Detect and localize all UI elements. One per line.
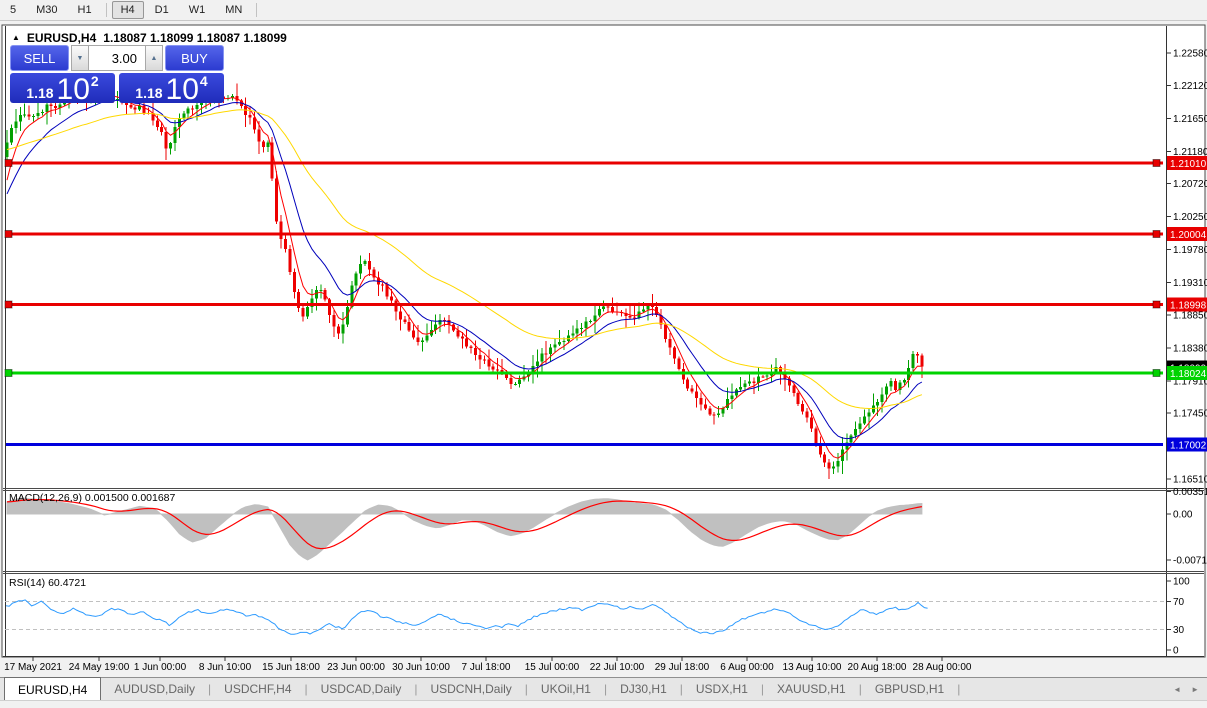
toolbar-separator xyxy=(105,3,107,17)
svg-text:1.18380: 1.18380 xyxy=(1173,343,1207,354)
mt4-screen: 5 M30 H1 H4 D1 W1 MN 1.22580 1.22120 1.21650 1.21… xyxy=(0,0,1207,708)
svg-text:30: 30 xyxy=(1173,625,1185,636)
tab-usdchf-h4[interactable]: USDCHF,H4 xyxy=(211,678,304,700)
volume-increase-button[interactable]: ▲ xyxy=(145,45,163,71)
svg-text:1.20250: 1.20250 xyxy=(1173,212,1207,223)
buy-price-pips: 10 xyxy=(165,73,199,106)
one-click-trading-panel: SELL ▼ ▲ BUY 1.18 10 2 1.18 10 4 xyxy=(10,45,224,106)
time-scale[interactable]: 17 May 2021 24 May 19:00 1 Jun 00:00 8 Jun … xyxy=(4,657,972,673)
svg-text:100: 100 xyxy=(1173,577,1190,588)
chart-canvas[interactable]: 1.22580 1.22120 1.21650 1.21180 1.20720 1.202… xyxy=(0,24,1207,677)
collapse-quote-icon[interactable]: ▲ xyxy=(12,33,20,42)
svg-text:20 Aug 18:00: 20 Aug 18:00 xyxy=(848,662,907,673)
timeframe-toolbar: 5 M30 H1 H4 D1 W1 MN xyxy=(0,0,1207,21)
svg-text:1.22580: 1.22580 xyxy=(1173,49,1207,60)
tf-button-d1[interactable]: D1 xyxy=(146,1,178,19)
buy-button[interactable]: BUY xyxy=(165,45,224,71)
svg-text:1.19310: 1.19310 xyxy=(1173,278,1207,289)
buy-price[interactable]: 1.18 10 4 xyxy=(119,73,224,106)
sell-price-base: 1.18 xyxy=(26,85,54,101)
sell-price[interactable]: 1.18 10 2 xyxy=(10,73,115,106)
tf-button-mn[interactable]: MN xyxy=(216,1,251,19)
macd-label: MACD(12,26,9) 0.001500 0.001687 xyxy=(9,492,176,504)
tf-button-h1[interactable]: H1 xyxy=(69,1,101,19)
svg-text:28 Aug 00:00: 28 Aug 00:00 xyxy=(913,662,972,673)
svg-text:1.19780: 1.19780 xyxy=(1173,245,1207,256)
toolbar-separator xyxy=(256,3,258,17)
tab-audusd-daily[interactable]: AUDUSD,Daily xyxy=(101,678,208,700)
chart-tabbar: EURUSD,H4 AUDUSD,Daily | USDCHF,H4 | USDCAD,D… xyxy=(0,677,1207,700)
status-strip xyxy=(0,700,1207,708)
volume-decrease-button[interactable]: ▼ xyxy=(71,45,89,71)
svg-text:70: 70 xyxy=(1173,597,1185,608)
sell-button[interactable]: SELL xyxy=(10,45,69,71)
buy-price-base: 1.18 xyxy=(135,85,163,101)
svg-text:30 Jun 10:00: 30 Jun 10:00 xyxy=(392,662,450,673)
tab-dj30-h1[interactable]: DJ30,H1 xyxy=(607,678,680,700)
sell-price-point: 2 xyxy=(90,73,99,89)
tf-button-5[interactable]: 5 xyxy=(1,1,25,19)
svg-text:1.21010: 1.21010 xyxy=(1170,159,1207,170)
tf-button-h4[interactable]: H4 xyxy=(111,1,144,19)
arrow-down-icon: ▼ xyxy=(76,54,84,62)
tab-usdcnh-daily[interactable]: USDCNH,Daily xyxy=(417,678,524,700)
volume-input[interactable] xyxy=(89,45,145,71)
svg-text:0.003515: 0.003515 xyxy=(1173,487,1207,498)
tab-usdx-h1[interactable]: USDX,H1 xyxy=(683,678,761,700)
svg-text:13 Aug 10:00: 13 Aug 10:00 xyxy=(783,662,842,673)
svg-text:1.21650: 1.21650 xyxy=(1173,114,1207,125)
svg-text:15 Jul 00:00: 15 Jul 00:00 xyxy=(525,662,580,673)
chart-window: 1.22580 1.22120 1.21650 1.21180 1.20720 1.202… xyxy=(0,24,1207,677)
svg-text:1.17450: 1.17450 xyxy=(1173,409,1207,420)
svg-text:15 Jun 18:00: 15 Jun 18:00 xyxy=(262,662,320,673)
svg-text:1.22120: 1.22120 xyxy=(1173,81,1207,92)
svg-text:17 May 2021: 17 May 2021 xyxy=(4,662,62,673)
svg-text:6 Aug 00:00: 6 Aug 00:00 xyxy=(720,662,774,673)
svg-text:22 Jul 10:00: 22 Jul 10:00 xyxy=(590,662,645,673)
arrow-up-icon: ▲ xyxy=(150,54,158,62)
svg-text:0.00: 0.00 xyxy=(1173,510,1193,521)
svg-text:7 Jul 18:00: 7 Jul 18:00 xyxy=(462,662,511,673)
tf-button-w1[interactable]: W1 xyxy=(180,1,215,19)
svg-text:1.18998: 1.18998 xyxy=(1170,300,1207,311)
tab-usdcad-daily[interactable]: USDCAD,Daily xyxy=(308,678,415,700)
svg-text:1.20004: 1.20004 xyxy=(1170,230,1207,241)
tab-ukoil-h1[interactable]: UKOil,H1 xyxy=(528,678,604,700)
svg-text:23 Jun 00:00: 23 Jun 00:00 xyxy=(327,662,385,673)
svg-text:29 Jul 18:00: 29 Jul 18:00 xyxy=(655,662,710,673)
tab-gbpusd-h1[interactable]: GBPUSD,H1 xyxy=(862,678,957,700)
rsi-label: RSI(14) 60.4721 xyxy=(9,577,86,589)
tab-xauusd-h1[interactable]: XAUUSD,H1 xyxy=(764,678,859,700)
svg-text:8 Jun 10:00: 8 Jun 10:00 xyxy=(199,662,252,673)
chart-frame xyxy=(1,24,1206,658)
chart-ohlc: 1.18087 1.18099 1.18087 1.18099 xyxy=(103,31,287,45)
sell-price-pips: 10 xyxy=(56,73,90,106)
svg-text:1.21180: 1.21180 xyxy=(1173,147,1207,158)
svg-text:1.16510: 1.16510 xyxy=(1173,475,1207,486)
svg-text:0: 0 xyxy=(1173,646,1179,657)
tabs-scroll-left-icon[interactable]: ◄ xyxy=(1173,685,1181,694)
svg-text:1.18850: 1.18850 xyxy=(1173,310,1207,321)
chart-title: ▲ EURUSD,H4 1.18087 1.18099 1.18087 1.18… xyxy=(12,31,287,45)
svg-text:1.18024: 1.18024 xyxy=(1170,369,1207,380)
tab-divider: | xyxy=(957,682,961,696)
svg-text:1 Jun 00:00: 1 Jun 00:00 xyxy=(134,662,187,673)
tabs-scroll-right-icon[interactable]: ► xyxy=(1191,685,1199,694)
chart-symbol-period: EURUSD,H4 xyxy=(26,31,97,45)
buy-price-point: 4 xyxy=(199,73,208,89)
tf-button-m30[interactable]: M30 xyxy=(27,1,66,19)
svg-text:1.17002: 1.17002 xyxy=(1170,441,1207,452)
svg-text:1.20720: 1.20720 xyxy=(1173,179,1207,190)
tab-eurusd-h4[interactable]: EURUSD,H4 xyxy=(4,677,102,700)
svg-text:-0.007175: -0.007175 xyxy=(1173,555,1207,566)
volume-control: ▼ ▲ xyxy=(71,45,163,71)
svg-text:24 May 19:00: 24 May 19:00 xyxy=(69,662,130,673)
